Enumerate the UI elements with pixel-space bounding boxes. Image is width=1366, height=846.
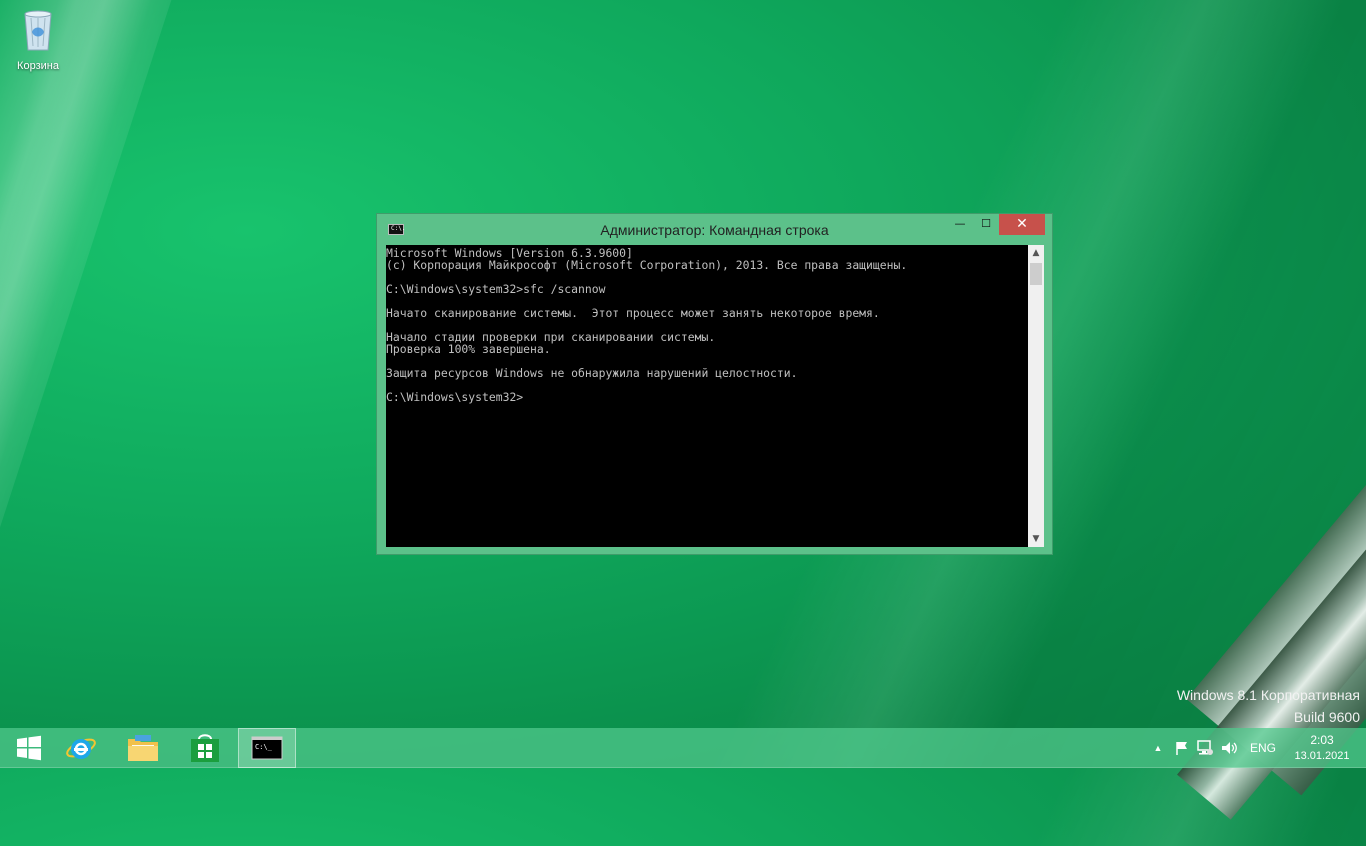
scroll-down-button[interactable]: ▼ (1028, 531, 1044, 547)
console-line: Начато сканирование системы. Этот процес… (386, 306, 880, 320)
system-tray: ▲ ENG (1150, 728, 1276, 768)
watermark-edition: Windows 8.1 Корпоративная (1176, 687, 1360, 703)
cmd-window: C:\. Администратор: Командная строка — ☐… (376, 213, 1053, 555)
start-button[interactable] (0, 728, 58, 768)
taskbar-file-explorer[interactable] (114, 728, 172, 768)
console-line: C:\Windows\system32> (386, 390, 524, 404)
scroll-thumb[interactable] (1030, 263, 1042, 285)
console-line: Защита ресурсов Windows не обнаружила на… (386, 366, 798, 380)
window-titlebar[interactable]: C:\. Администратор: Командная строка — ☐… (377, 214, 1052, 245)
taskbar: C:\_ ▲ ENG 2:03 13.01.2021 (0, 728, 1366, 768)
console-output[interactable]: Microsoft Windows [Version 6.3.9600] (c) … (386, 245, 1028, 547)
action-center-flag-icon[interactable] (1174, 740, 1190, 756)
folder-icon (128, 735, 158, 761)
console-line: C:\Windows\system32>sfc /scannow (386, 282, 606, 296)
watermark-build: Build 9600 (1293, 709, 1360, 725)
svg-text:C:\_: C:\_ (255, 743, 273, 751)
clock-time: 2:03 (1310, 733, 1334, 747)
taskbar-store[interactable] (176, 728, 234, 768)
minimize-button[interactable]: — (947, 214, 973, 235)
console-line: (c) Корпорация Майкрософт (Microsoft Cor… (386, 258, 908, 272)
console-line: Проверка 100% завершена. (386, 342, 551, 356)
recycle-bin-label: Корзина (17, 60, 59, 72)
close-button[interactable]: ✕ (999, 214, 1045, 235)
maximize-button[interactable]: ☐ (973, 214, 999, 235)
taskbar-internet-explorer[interactable] (52, 728, 110, 768)
clock[interactable]: 2:03 13.01.2021 (1286, 732, 1358, 764)
scroll-up-button[interactable]: ▲ (1028, 245, 1044, 261)
network-icon[interactable] (1196, 740, 1214, 756)
taskbar-command-prompt[interactable]: C:\_ (238, 728, 296, 768)
language-indicator[interactable]: ENG (1250, 741, 1276, 755)
store-icon (191, 734, 219, 762)
cmd-icon: C:\_ (251, 736, 283, 760)
windows-logo-icon (17, 735, 41, 761)
internet-explorer-icon (66, 738, 96, 759)
volume-icon[interactable] (1220, 740, 1238, 756)
clock-date: 13.01.2021 (1294, 750, 1350, 762)
recycle-bin-icon (24, 10, 52, 51)
recycle-bin-shortcut[interactable]: Корзина (8, 6, 68, 72)
vertical-scrollbar[interactable]: ▲ ▼ (1028, 245, 1044, 547)
windows-watermark: Windows 8.1 Корпоративная Build 9600 (1177, 684, 1360, 728)
show-hidden-icons-icon[interactable]: ▲ (1150, 743, 1166, 753)
